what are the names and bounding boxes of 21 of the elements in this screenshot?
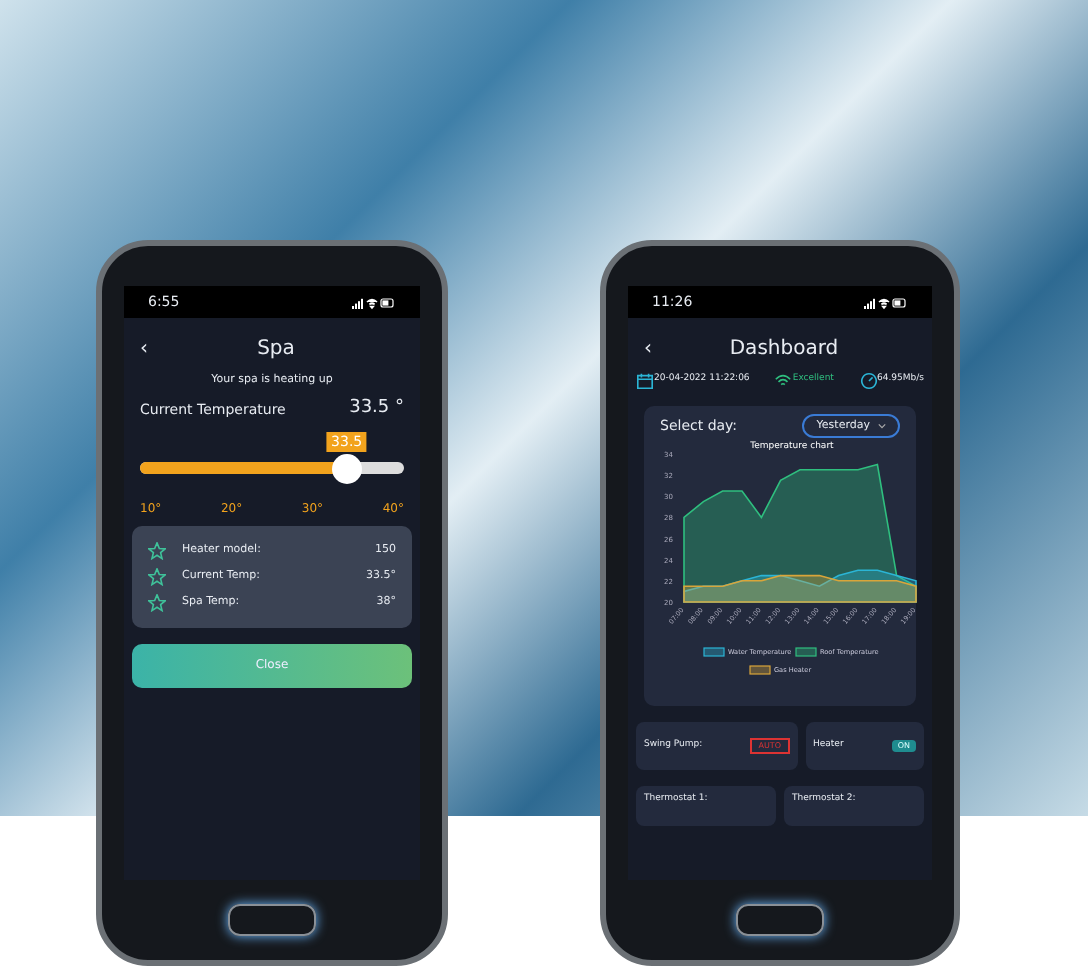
slider-thumb[interactable] <box>332 453 363 484</box>
temperature-slider[interactable] <box>140 453 404 484</box>
home-button[interactable] <box>736 904 824 936</box>
star-icon <box>148 541 166 560</box>
screen-title: Dashboard <box>729 336 839 364</box>
star-icon <box>148 593 166 612</box>
wifi-icon <box>878 297 890 308</box>
calendar-icon <box>636 372 654 390</box>
star-icon <box>148 567 166 586</box>
home-button[interactable] <box>228 904 316 936</box>
battery-icon <box>892 297 906 307</box>
back-button[interactable]: ‹ <box>140 334 148 364</box>
temperature-value: 33.5 ° <box>349 396 404 423</box>
screen-title: Spa <box>257 336 295 364</box>
signal-icon <box>864 297 875 308</box>
speedometer-icon <box>859 372 878 390</box>
battery-icon <box>380 297 394 307</box>
signal-icon <box>352 297 363 308</box>
wifi-icon <box>366 297 378 308</box>
back-button[interactable]: ‹ <box>644 334 652 364</box>
wifi-icon <box>774 372 793 390</box>
